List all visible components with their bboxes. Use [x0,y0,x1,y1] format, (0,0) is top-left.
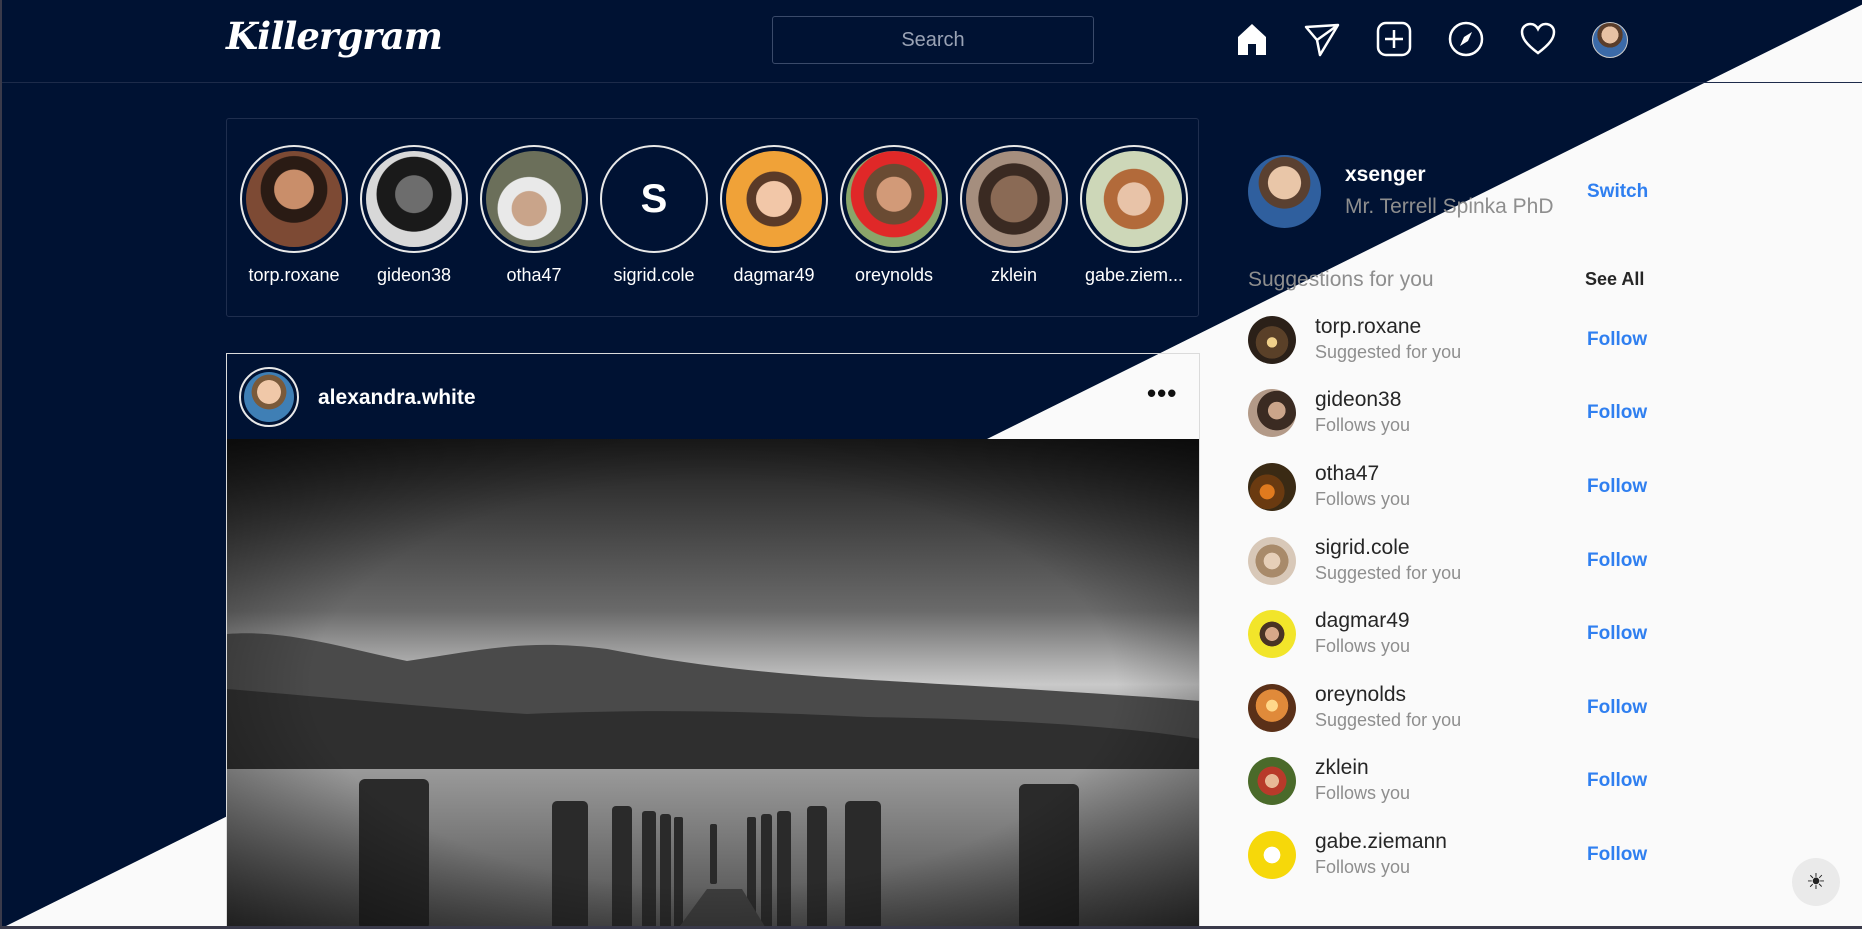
suggestion-item: gideon38 Follows you Follow [1248,388,1647,449]
avatar [246,151,342,247]
post-header: alexandra.white ••• [227,354,1199,439]
story-username: otha47 [506,265,562,285]
avatar[interactable] [1248,537,1296,585]
avatar[interactable] [1248,831,1296,879]
story-item[interactable]: torp.roxane [239,145,349,286]
suggestion-item: zklein Follows you Follow [1248,756,1647,817]
follow-button[interactable]: Follow [1587,402,1647,424]
story-ring [1080,145,1188,253]
avatar[interactable] [1248,316,1296,364]
suggestions-heading: Suggestions for you [1248,268,1434,291]
story-item[interactable]: S sigrid.cole [599,145,709,286]
post-author-username[interactable]: alexandra.white [318,386,476,410]
explore-icon[interactable] [1446,19,1486,59]
avatar[interactable] [1248,757,1296,805]
follow-button[interactable]: Follow [1587,329,1647,351]
follow-button[interactable]: Follow [1587,770,1647,792]
feed-post: alexandra.white ••• [226,353,1200,929]
suggestion-reason: Suggested for you [1315,563,1462,583]
story-ring [720,145,828,253]
suggestion-username[interactable]: gideon38 [1315,388,1401,412]
new-post-icon[interactable] [1374,19,1414,59]
follow-button[interactable]: Follow [1587,623,1647,645]
avatar[interactable] [1248,610,1296,658]
suggestion-reason: Suggested for you [1315,710,1462,730]
current-user-fullname: Mr. Terrell Spinka PhD [1345,195,1554,218]
avatar [486,151,582,247]
story-item[interactable]: otha47 [479,145,589,286]
story-username: torp.roxane [248,265,340,285]
suggestion-username[interactable]: dagmar49 [1315,609,1410,633]
story-ring [360,145,468,253]
suggestion-item: gabe.ziemann Follows you Follow [1248,830,1647,891]
profile-avatar[interactable] [1592,22,1628,58]
suggestion-username[interactable]: gabe.ziemann [1315,830,1447,854]
story-username: zklein [990,265,1038,285]
post-author-avatar[interactable] [239,367,299,427]
current-user-username[interactable]: xsenger [1345,163,1426,187]
story-username: gabe.ziem... [1084,265,1184,285]
story-ring [960,145,1068,253]
story-item[interactable]: gideon38 [359,145,469,286]
story-ring [840,145,948,253]
story-ring [240,145,348,253]
avatar [366,151,462,247]
follow-button[interactable]: Follow [1587,476,1647,498]
avatar [966,151,1062,247]
follow-button[interactable]: Follow [1587,697,1647,719]
search-input[interactable]: Search [772,16,1094,64]
send-icon[interactable] [1302,19,1342,59]
current-user-avatar[interactable] [1248,155,1321,228]
suggestion-item: oreynolds Suggested for you Follow [1248,683,1647,744]
avatar[interactable] [1248,463,1296,511]
see-all-button[interactable]: See All [1585,269,1644,290]
window-left-border [0,0,2,929]
avatar[interactable] [1248,389,1296,437]
suggestion-reason: Suggested for you [1315,342,1462,362]
story-ring [480,145,588,253]
story-username: gideon38 [376,265,452,285]
top-navbar: Killergram Search [0,0,1862,83]
switch-account-button[interactable]: Switch [1587,181,1648,203]
story-ring: S [600,145,708,253]
avatar [1086,151,1182,247]
follow-button[interactable]: Follow [1587,550,1647,572]
heart-icon[interactable] [1518,19,1558,59]
suggestion-username[interactable]: zklein [1315,756,1369,780]
story-item[interactable]: gabe.ziem... [1079,145,1189,286]
story-item[interactable]: dagmar49 [719,145,829,286]
avatar[interactable] [1248,684,1296,732]
sun-icon[interactable]: ☀ [1792,858,1840,906]
story-item[interactable]: zklein [959,145,1069,286]
suggestion-reason: Follows you [1315,636,1411,656]
story-item[interactable]: oreynolds [839,145,949,286]
story-username: sigrid.cole [613,265,695,285]
suggestion-item: otha47 Follows you Follow [1248,462,1647,523]
suggestion-item: torp.roxane Suggested for you Follow [1248,315,1647,376]
story-username: oreynolds [854,265,934,285]
stories-bar: torp.roxane gideon38 otha47 S sigrid.col… [226,118,1199,317]
suggestion-reason: Follows you [1315,415,1411,435]
app-logo[interactable]: Killergram [226,14,443,58]
suggestion-username[interactable]: sigrid.cole [1315,536,1410,560]
avatar [726,151,822,247]
suggestion-reason: Follows you [1315,489,1411,509]
suggestion-item: dagmar49 Follows you Follow [1248,609,1647,670]
suggestion-username[interactable]: oreynolds [1315,683,1406,707]
suggestion-reason: Follows you [1315,857,1411,877]
more-options-icon[interactable]: ••• [1147,378,1177,409]
suggestion-item: sigrid.cole Suggested for you Follow [1248,536,1647,597]
avatar [846,151,942,247]
home-icon[interactable] [1232,19,1272,59]
story-username: dagmar49 [733,265,815,285]
follow-button[interactable]: Follow [1587,844,1647,866]
suggestion-username[interactable]: torp.roxane [1315,315,1421,339]
post-image[interactable] [227,439,1199,928]
story-initial: S [606,151,702,247]
suggestion-username[interactable]: otha47 [1315,462,1379,486]
suggestion-reason: Follows you [1315,783,1411,803]
